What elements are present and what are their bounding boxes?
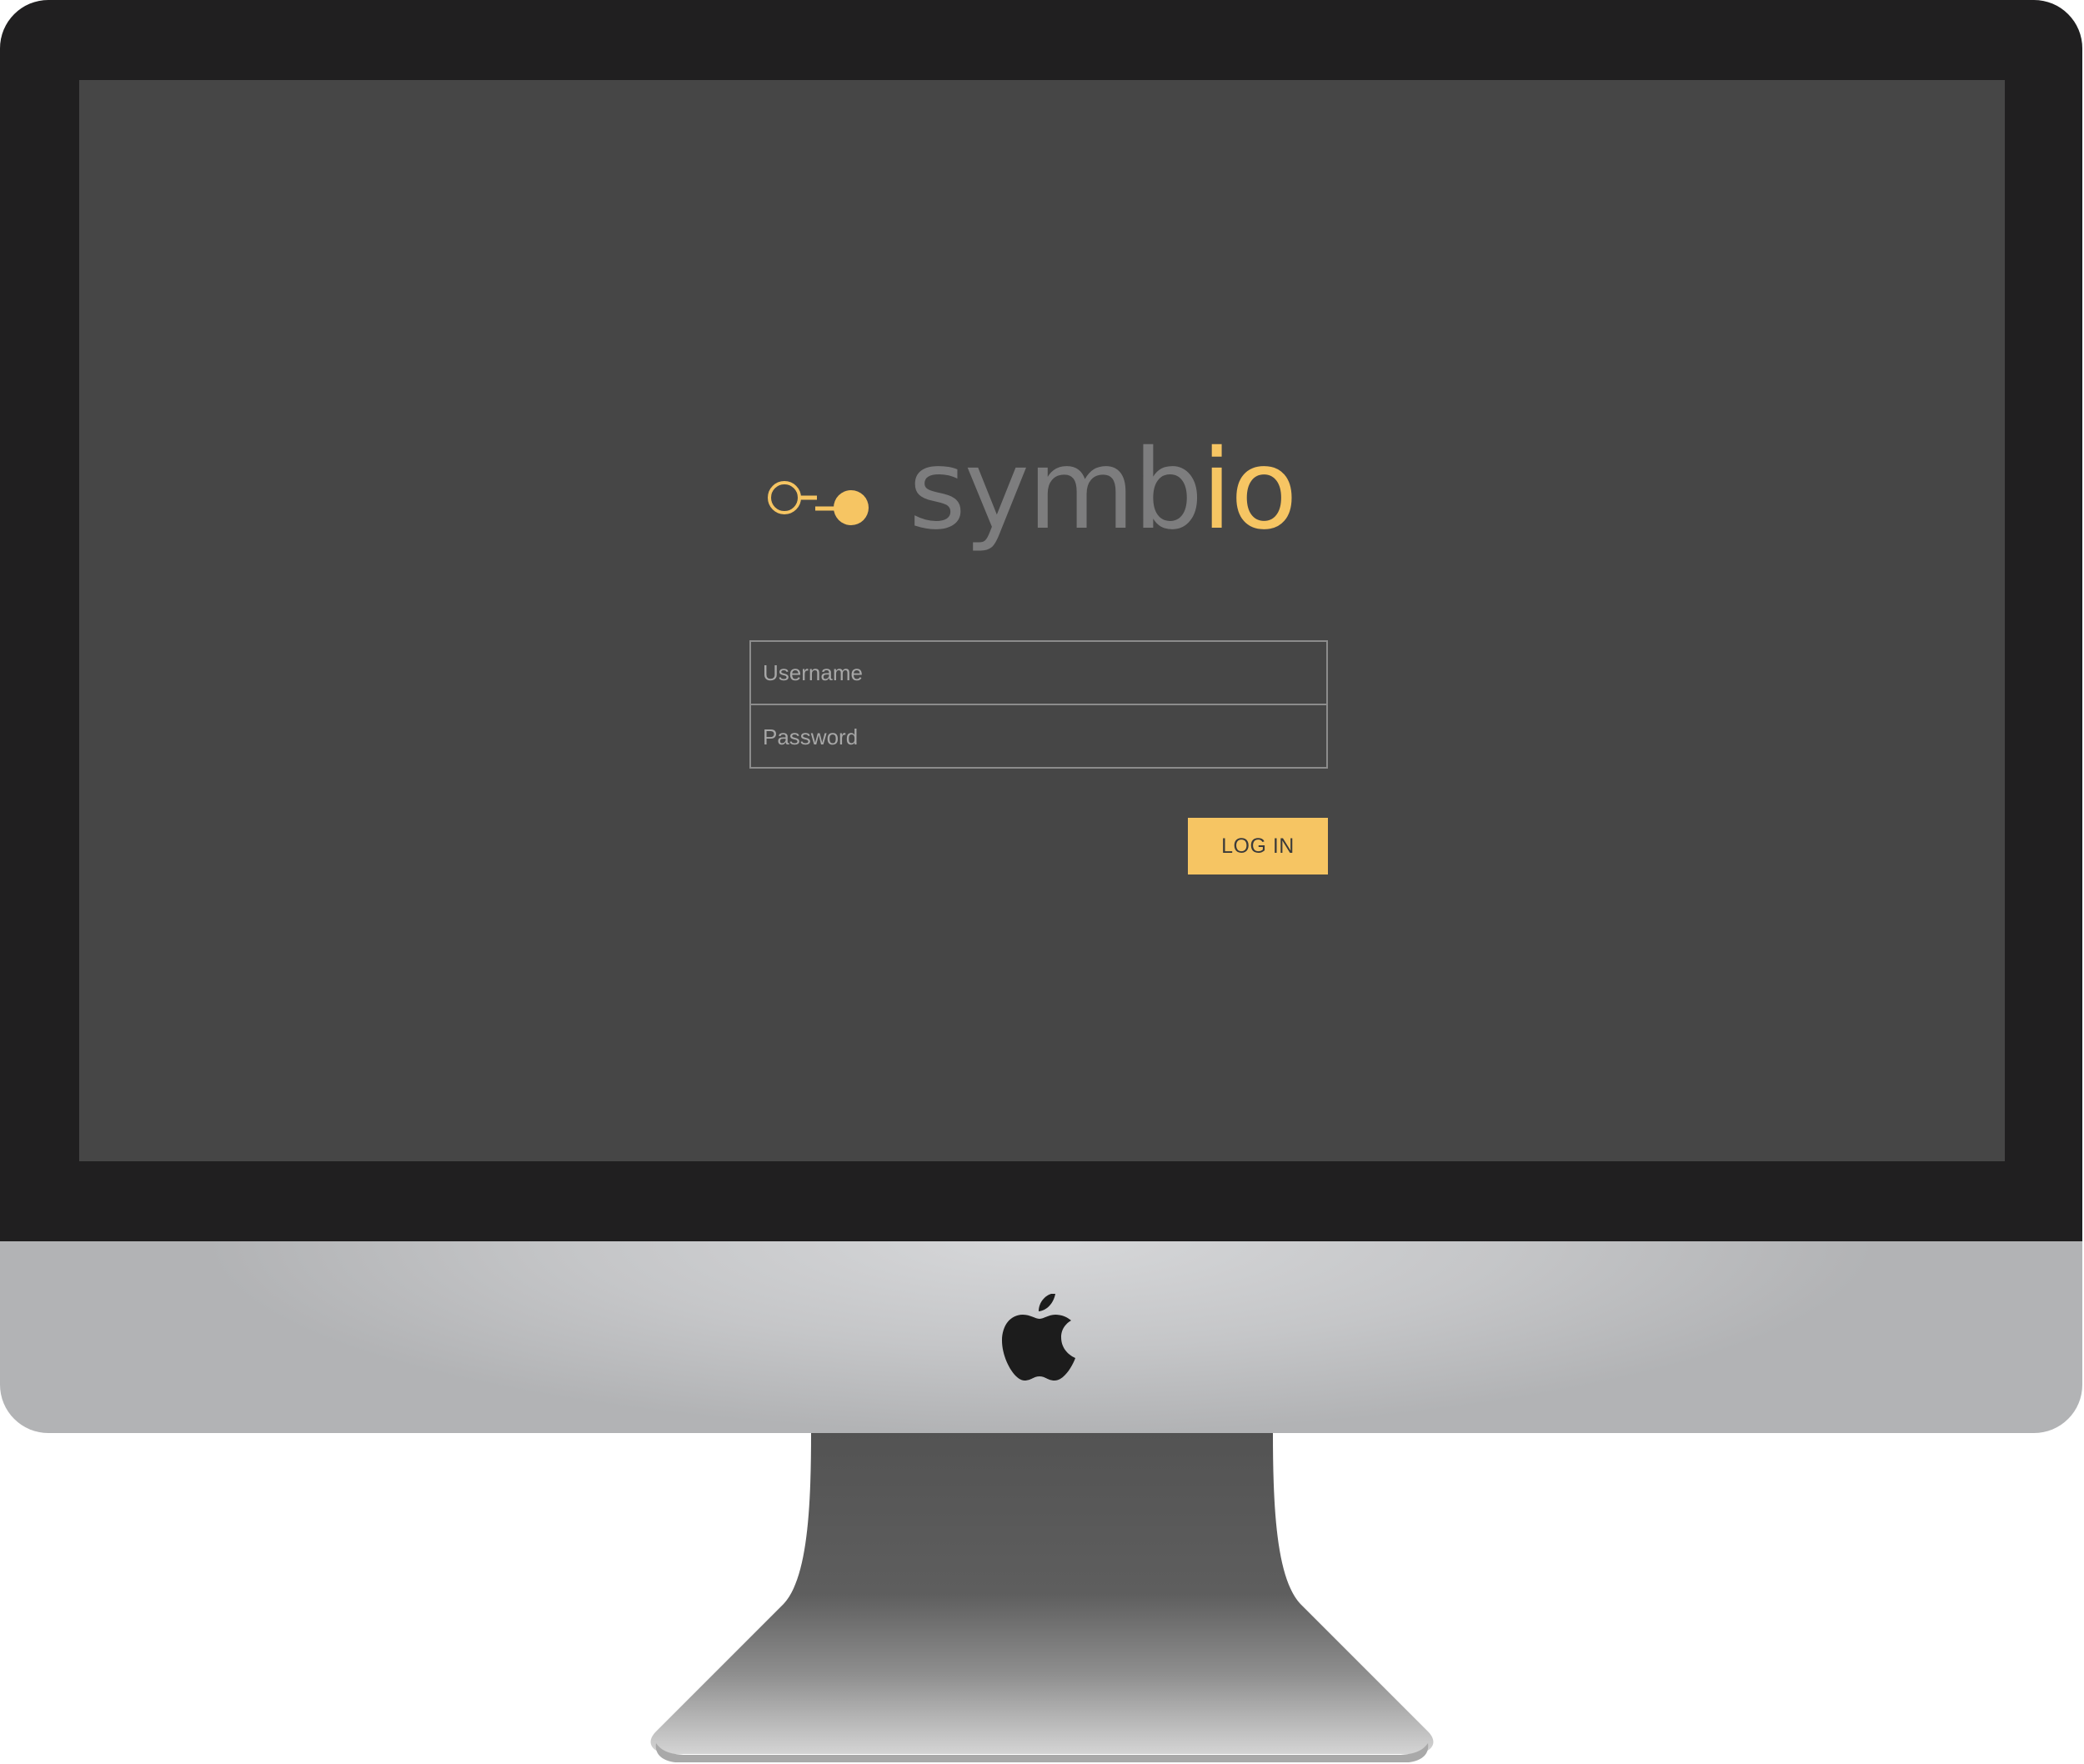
monitor-bezel: symbio Username Password LOG IN: [0, 0, 2082, 1241]
login-fields: Username Password: [749, 640, 1328, 769]
password-input[interactable]: Password: [751, 705, 1326, 769]
monitor-chin: [0, 1241, 2082, 1433]
username-input[interactable]: Username: [751, 642, 1326, 705]
symbio-logo: symbio: [767, 435, 1367, 584]
screen: symbio Username Password LOG IN: [79, 80, 2005, 1161]
brand-name-gold: io: [1201, 426, 1297, 554]
brand-name-gray: symb: [909, 426, 1203, 554]
link-nodes-icon: [768, 481, 869, 525]
monitor-stand: [650, 1433, 1434, 1762]
apple-logo-icon: [1002, 1294, 1075, 1381]
login-button[interactable]: LOG IN: [1188, 818, 1328, 874]
brand-wordmark: symbio: [909, 435, 1298, 545]
